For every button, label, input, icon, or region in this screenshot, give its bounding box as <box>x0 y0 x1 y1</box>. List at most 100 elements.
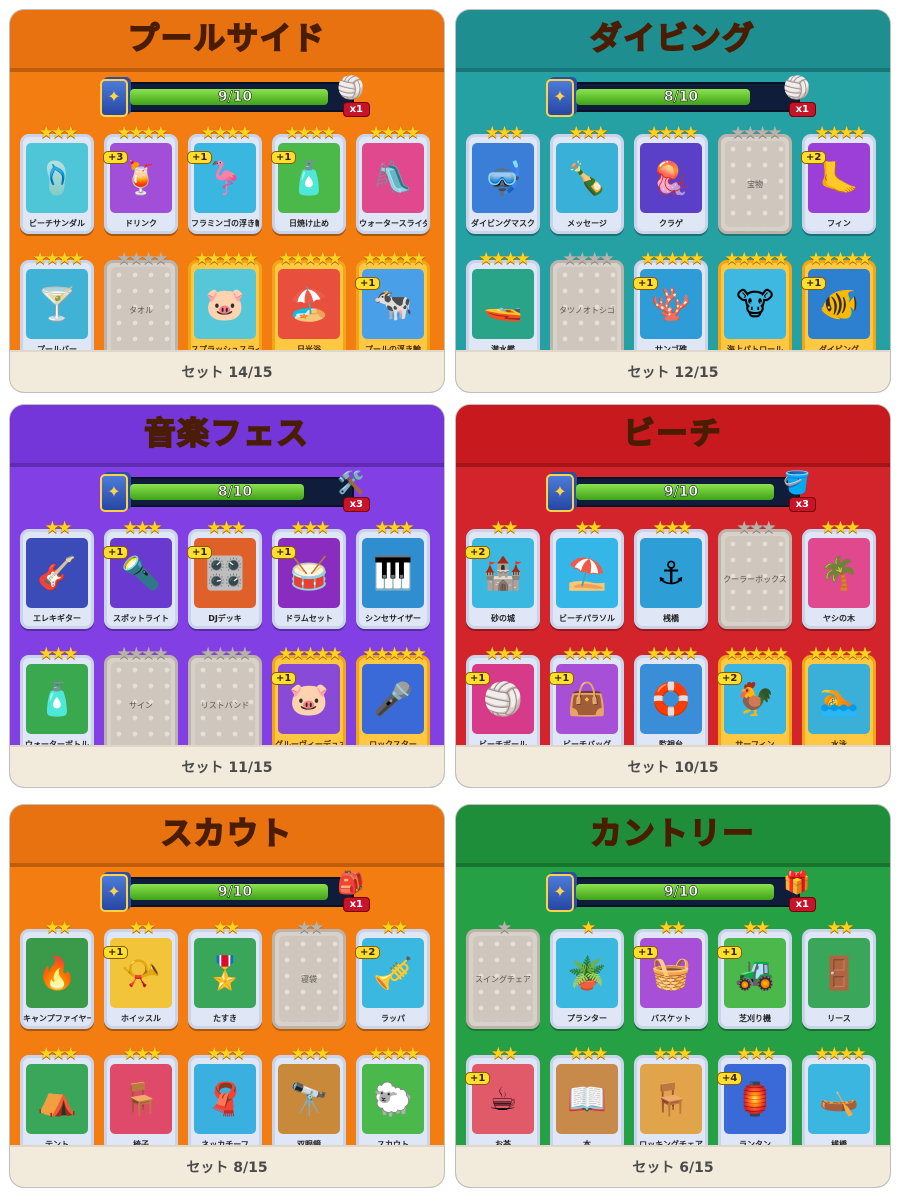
collection-card[interactable]: ★★★★ サイン <box>104 644 178 755</box>
collection-card[interactable]: ★★★🪑ロッキングチェア <box>634 1044 708 1155</box>
water-slide-icon: 🛝 <box>362 143 424 213</box>
collection-card[interactable]: ★★★ ⚓ 桟橋 <box>634 518 708 629</box>
collection-card[interactable]: ★★★★ 宝物 <box>718 123 792 234</box>
collection-panel: ビーチ ✦ 9/10 🪣 x3 ★★ 🏰 砂の城 +2 ★★ ⛱️ ビーチパラソル ★★★ ⚓ 桟橋 ★★★ ク… <box>456 405 890 787</box>
card-name: ダイビングマスク <box>471 219 535 228</box>
duplicate-count-badge: +1 <box>549 672 575 685</box>
collection-card[interactable]: ★★★ 🌴 ヤシの木 <box>802 518 876 629</box>
collection-card[interactable]: ★★★🏮ランタン+4 <box>717 1044 792 1155</box>
card-name: ビーチパラソル <box>559 614 615 623</box>
card-grid: ★★★ 🩴 ビーチサンダル ★★★★ 🍹 ドリンク +3 ★★★★ 🦩 フラミンゴの浮き輪 +1 ★★… <box>20 122 434 360</box>
star-rating: ★★★ <box>290 518 331 538</box>
collection-card[interactable]: ★★★★★🐓サーフィン+2 <box>717 644 792 755</box>
swimming-icon: 🏊 <box>808 664 870 734</box>
collection-card[interactable]: ★★★★★🏖️日光浴 <box>272 249 346 360</box>
collection-card[interactable]: ★★★★ 🧴 日焼け止め +1 <box>271 123 346 234</box>
collection-card[interactable]: ★★ 🚪 リース <box>802 918 876 1029</box>
collection-panel: ダイビング ✦ 8/10 🏐 x1 ★★★ 🤿 ダイビングマスク ★★★ 🍾 メッセージ ★★★★ 🪼 ク… <box>456 10 890 392</box>
duplicate-count-badge: +1 <box>801 277 827 290</box>
collection-card[interactable]: ★★★★★🐷スプラッシュスライド <box>188 249 262 360</box>
collection-card[interactable]: ★★★★★🐮海上パトロール <box>718 249 792 360</box>
collection-card[interactable]: ★★★★🛟監視台 <box>634 644 708 755</box>
reward-multiplier: x1 <box>342 102 370 117</box>
card-name: ホイッスル <box>121 1014 161 1023</box>
collection-card[interactable]: ★★★ 🎛️ DJデッキ +1 <box>187 518 262 629</box>
collection-card[interactable]: ★★ 🚜 芝刈り機 +1 <box>717 918 792 1029</box>
collection-card[interactable]: ★★★★ リストバンド <box>188 644 262 755</box>
collection-progress-bar: ✦ 8/10 🏐 x1 <box>546 76 816 117</box>
duplicate-count-badge: +1 <box>465 1072 491 1085</box>
collection-card[interactable]: ★★ 🎖️ たすき <box>188 918 262 1029</box>
collection-card[interactable]: ★★★ 🍾 メッセージ <box>550 123 624 234</box>
scout-icon: 🐑 <box>362 1064 424 1134</box>
star-rating: ★★ <box>44 918 72 938</box>
collection-card[interactable]: ★★★★ 🪼 クラゲ <box>634 123 708 234</box>
collection-card[interactable]: ★★★★🍸プールバー <box>20 249 94 360</box>
collection-card[interactable]: ★★★★ 🦩 フラミンゴの浮き輪 +1 <box>187 123 262 234</box>
collection-card[interactable]: ★★★★ 🍹 ドリンク +3 <box>103 123 178 234</box>
collection-card[interactable]: ★★★★★🏊水泳 <box>802 644 876 755</box>
collection-card[interactable]: ★★ 寝袋 <box>272 918 346 1029</box>
collection-card[interactable]: ★★★ 🎹 シンセサイザー <box>356 518 430 629</box>
collection-card[interactable]: ★★★🏐ビーチボール+1 <box>465 644 540 755</box>
collection-card[interactable]: ★★★★★🎤ロックスター <box>356 644 430 755</box>
collection-card[interactable]: ★★★★★🐷グルーヴィーデュオ+1 <box>271 644 346 755</box>
duplicate-count-badge: +1 <box>271 151 297 164</box>
rocking-chair-icon: 🪑 <box>640 1064 702 1134</box>
card-deck-icon: ✦ <box>100 474 128 512</box>
collection-card[interactable]: ★★★🧴ウォーターボトル <box>20 644 94 755</box>
collection-card[interactable]: ★★★★★🐠ダイビング+1 <box>801 249 876 360</box>
collection-card[interactable]: ★★★★🛶桟橋 <box>802 1044 876 1155</box>
collection-card[interactable]: ★★★📖本 <box>550 1044 624 1155</box>
collection-card[interactable]: ★★ 🏰 砂の城 +2 <box>465 518 540 629</box>
collection-card[interactable]: ★★★★🐑スカウト <box>356 1044 430 1155</box>
collection-card[interactable]: ★★ 🎺 ラッパ +2 <box>355 918 430 1029</box>
reward-multiplier: x3 <box>788 497 816 512</box>
collection-card[interactable]: ★★★⛺テント <box>20 1044 94 1155</box>
collection-card[interactable]: ★★★★👜ビーチバッグ+1 <box>549 644 624 755</box>
collection-card[interactable]: ★ 🪴 プランター <box>550 918 624 1029</box>
collection-card[interactable]: ★ スイングチェア <box>466 918 540 1029</box>
collection-card[interactable]: ★★ 🧺 バスケット +1 <box>633 918 708 1029</box>
rock-star-icon: 🎤 <box>362 664 424 734</box>
collection-card[interactable]: ★★★ クーラーボックス <box>718 518 792 629</box>
star-rating: ★★★★ <box>562 249 615 269</box>
collection-card[interactable]: ★★★★ タツノオトシゴ <box>550 249 624 360</box>
collection-card[interactable]: ★★★★★🪸サンゴ礁+1 <box>633 249 708 360</box>
collection-card[interactable]: ★★★ 🔦 スポットライト +1 <box>103 518 178 629</box>
collection-card[interactable]: ★★★★🚤潜水艦 <box>466 249 540 360</box>
collection-title: スカウト <box>10 805 444 867</box>
wreath-icon: 🚪 <box>808 938 870 1008</box>
missing-card-name: リストバンド <box>200 701 250 710</box>
card-deck-icon: ✦ <box>100 874 128 912</box>
collection-card[interactable]: ★★ 📯 ホイッスル +1 <box>103 918 178 1029</box>
collection-card[interactable]: ★★ 🔥 キャンプファイヤー <box>20 918 94 1029</box>
set-progress-footer: セット 10/15 <box>456 745 890 787</box>
card-name: 日焼け止め <box>289 219 329 228</box>
collection-card[interactable]: ★★★★★🐄プールの浮き輪+1 <box>355 249 430 360</box>
star-rating: ★★ <box>826 918 854 938</box>
collection-card[interactable]: ★★ ⛱️ ビーチパラソル <box>550 518 624 629</box>
star-rating: ★★★★ <box>116 644 169 664</box>
star-rating: ★★★ <box>122 518 163 538</box>
collection-card[interactable]: ★★☕お茶+1 <box>465 1044 540 1155</box>
star-rating: ★★★★★ <box>808 249 872 269</box>
missing-card-name: クーラーボックス <box>723 575 787 584</box>
star-rating: ★★★ <box>38 123 79 143</box>
card-name: クラゲ <box>659 219 683 228</box>
collection-card[interactable]: ★★★🪑椅子 <box>104 1044 178 1155</box>
water-bottle-icon: 🧴 <box>26 664 88 734</box>
collection-card[interactable]: ★★★ 🤿 ダイビングマスク <box>466 123 540 234</box>
collection-card[interactable]: ★★★★ 🦶 フィン +2 <box>801 123 876 234</box>
collection-card[interactable]: ★★★🧣ネッカチーフ <box>188 1044 262 1155</box>
collection-card[interactable]: ★★★★🛝 ウォータースライダー <box>356 123 430 234</box>
collection-card[interactable]: ★★★★ タオル <box>104 249 178 360</box>
collection-card[interactable]: ★★ 🎸 エレキギター <box>20 518 94 629</box>
collection-card[interactable]: ★★★🔭双眼鏡 <box>272 1044 346 1155</box>
card-name: バスケット <box>651 1014 691 1023</box>
pool-bar-icon: 🍸 <box>26 269 88 339</box>
duplicate-count-badge: +1 <box>103 546 129 559</box>
star-rating: ★★★ <box>374 518 415 538</box>
collection-card[interactable]: ★★★ 🩴 ビーチサンダル <box>20 123 94 234</box>
collection-card[interactable]: ★★★ 🥁 ドラムセット +1 <box>271 518 346 629</box>
